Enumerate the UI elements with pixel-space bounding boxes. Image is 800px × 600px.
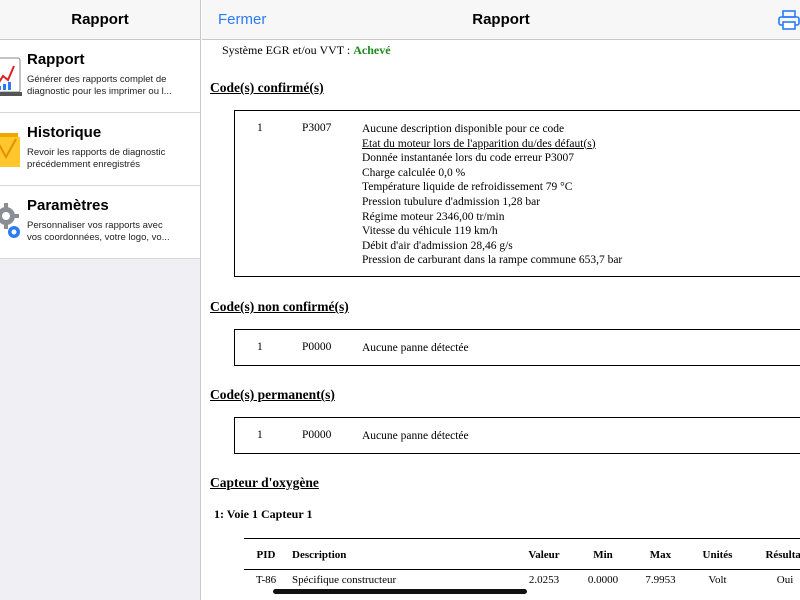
page-title: Rapport — [472, 11, 530, 28]
sidebar-item-title: Historique — [27, 124, 102, 141]
dtc-description: Aucune panne détectée — [362, 342, 469, 354]
column-header: Min — [574, 538, 632, 570]
column-header: Max — [632, 538, 689, 570]
column-header: Valeur — [514, 538, 574, 570]
printer-icon[interactable] — [778, 10, 800, 30]
egr-status-value: Achevé — [353, 43, 391, 57]
dtc-line: Charge calculée 0,0 % — [362, 166, 466, 179]
confirmed-codes-title: Code(s) confirmé(s) — [210, 80, 324, 95]
dtc-code: P3007 — [302, 122, 332, 134]
dtc-number: 1 — [257, 341, 263, 353]
egr-label: Système EGR et/ou VVT : — [222, 43, 351, 57]
home-indicator[interactable] — [273, 589, 527, 594]
confirmed-codes-box: 1 P3007 Aucune description disponible po… — [234, 110, 800, 277]
dtc-description: Aucune panne détectée — [362, 430, 469, 442]
dtc-line: Température liquide de refroidissement 7… — [362, 181, 573, 194]
dtc-line: Régime moteur 2346,00 tr/min — [362, 210, 505, 223]
sidebar-title: Rapport — [71, 11, 129, 28]
table-cell: 7.9953 — [645, 574, 676, 586]
dtc-details: Aucune description disponible pour ce co… — [362, 122, 622, 268]
sidebar-item-title: Paramètres — [27, 197, 109, 214]
dtc-number: 1 — [257, 122, 263, 134]
dtc-code: P0000 — [302, 341, 332, 353]
sidebar-item-desc: précédemment enregistrés — [27, 159, 140, 170]
egr-status-line: Système EGR et/ou VVT : Achevé — [222, 43, 391, 58]
dtc-line: Pression tubulure d'admission 1,28 bar — [362, 195, 541, 208]
gear-icon — [0, 203, 20, 238]
table-row: T-86 Spécifique constructeur 2.0253 0.00… — [244, 570, 800, 591]
oxygen-sensor-title: Capteur d'oxygène — [210, 475, 319, 490]
sidebar-item-desc: Générer des rapports complet de — [27, 74, 167, 85]
dtc-line: Aucune description disponible pour ce co… — [362, 123, 565, 135]
dtc-line: Etat du moteur lors de l'apparition du/d… — [362, 137, 596, 150]
table-header-row: PID Description Valeur Min Max Unités Ré… — [244, 538, 800, 570]
sidebar-item-title: Rapport — [27, 51, 85, 68]
report-content[interactable]: Système EGR et/ou VVT : Achevé Code(s) c… — [202, 41, 800, 600]
dtc-line: Donnée instantanée lors du code erreur P… — [362, 152, 575, 165]
dtc-line: Vitesse du véhicule 119 km/h — [362, 225, 498, 238]
sidebar-header: Rapport — [0, 0, 200, 40]
table-cell: Volt — [708, 574, 727, 586]
oxygen-sensor-table: PID Description Valeur Min Max Unités Ré… — [244, 538, 800, 590]
table-cell: Oui — [776, 574, 794, 586]
sidebar: Rapport Rapport Générer des rapports com… — [0, 0, 201, 600]
folder-icon — [0, 133, 20, 167]
table-cell: T-86 — [255, 574, 277, 586]
column-header: Unités — [689, 538, 746, 570]
column-header: Description — [288, 538, 514, 570]
table-cell: 0.0000 — [587, 574, 619, 586]
sidebar-menu: Rapport Générer des rapports complet de … — [0, 40, 200, 259]
dtc-number: 1 — [257, 429, 263, 441]
unconfirmed-codes-title: Code(s) non confirmé(s) — [210, 299, 349, 314]
permanent-codes-box: 1 P0000 Aucune panne détectée — [234, 417, 800, 454]
unconfirmed-codes-box: 1 P0000 Aucune panne détectée — [234, 329, 800, 366]
dtc-line: Débit d'air d'admission 28,46 g/s — [362, 239, 513, 252]
table-cell: Spécifique constructeur — [292, 574, 397, 586]
dtc-line: Pression de carburant dans la rampe comm… — [362, 254, 623, 267]
sidebar-item-historique[interactable]: Historique Revoir les rapports de diagno… — [0, 113, 200, 186]
permanent-codes-title: Code(s) permanent(s) — [210, 387, 335, 402]
dtc-code: P0000 — [302, 429, 332, 441]
sidebar-item-parametres[interactable]: Paramètres Personnaliser vos rapports av… — [0, 186, 200, 259]
report-chart-icon — [0, 57, 22, 96]
table-cell: 2.0253 — [528, 574, 560, 586]
sidebar-item-desc: diagnostic pour les imprimer ou l... — [27, 86, 172, 97]
column-header: PID — [244, 538, 288, 570]
sidebar-item-desc: Revoir les rapports de diagnostic — [27, 147, 166, 158]
sidebar-item-rapport[interactable]: Rapport Générer des rapports complet de … — [0, 40, 200, 113]
navigation-bar: Fermer Rapport — [202, 0, 800, 40]
oxygen-sensor-subtitle: 1: Voie 1 Capteur 1 — [214, 507, 313, 521]
column-header: Résultat — [746, 538, 800, 570]
sidebar-item-desc: Personnaliser vos rapports avec — [27, 220, 163, 231]
sidebar-item-desc: vos coordonnées, votre logo, vo... — [27, 232, 170, 243]
